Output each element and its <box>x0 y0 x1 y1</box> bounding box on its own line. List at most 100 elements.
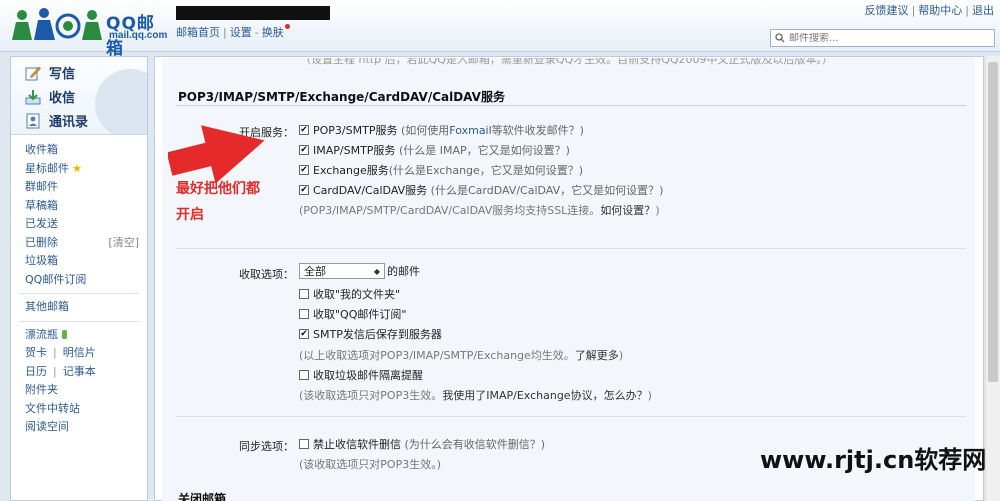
annotation-line-1: 最好把他们都 <box>176 181 260 197</box>
imap-hint[interactable]: (什么是 IMAP，它又是如何设置？) <box>399 142 570 158</box>
receive-note-text: (以上收取选项对POP3/IMAP/SMTP/Exchange均生效。 <box>299 349 575 362</box>
receive-qq-subscription-checkbox[interactable] <box>299 309 309 319</box>
help-link[interactable]: 帮助中心 <box>918 4 962 17</box>
folder-calendar[interactable]: 日历 <box>25 365 47 378</box>
receive-button[interactable]: 收信 <box>25 87 75 106</box>
receive-scope-value: 全部 <box>304 265 326 278</box>
folder-notes[interactable]: 记事本 <box>63 365 96 378</box>
compose-label: 写信 <box>49 67 76 82</box>
receive-my-folders-label: 收取"我的文件夹" <box>313 288 401 301</box>
ssl-howto-link[interactable]: 如何设置？ <box>600 204 655 217</box>
logout-link[interactable]: 退出 <box>972 4 994 17</box>
folder-postcard[interactable]: 明信片 <box>63 346 96 359</box>
empty-trash-link[interactable]: [清空] <box>108 234 139 253</box>
receive-qq-subscription: 收取"QQ邮件订阅" <box>299 306 406 322</box>
annotation-line-2: 开启 <box>176 207 204 223</box>
section-divider <box>176 248 966 249</box>
main-actions: 写信 收信 通讯录 <box>11 57 147 135</box>
contacts-label: 通讯录 <box>49 115 89 130</box>
imap-exchange-help-link[interactable]: 我使用了IMAP/Exchange协议，怎么办？ <box>442 389 647 402</box>
nav-mail-home[interactable]: 邮箱首页 <box>176 26 220 39</box>
folder-starred-label: 星标邮件 <box>25 161 69 175</box>
carddav-checkbox[interactable]: ✔ <box>299 185 309 195</box>
service-exchange: ✔ Exchange服务 (什么是Exchange，它又是如何设置？) <box>299 162 583 178</box>
sidebar-divider <box>19 320 139 322</box>
smtp-save-sent-label: SMTP发信后保存到服务器 <box>313 328 442 341</box>
exchange-checkbox[interactable]: ✔ <box>299 165 309 175</box>
nav-settings[interactable]: 设置 <box>230 26 252 39</box>
folder-spam[interactable]: 垃圾箱 <box>11 252 147 271</box>
folder-qq-subscription[interactable]: QQ邮件订阅 <box>11 271 147 290</box>
receive-label: 收信 <box>49 91 76 106</box>
receive-my-folders-checkbox[interactable] <box>299 289 309 299</box>
block-client-delete-hint[interactable]: (为什么会有收信软件删信？) <box>405 436 546 452</box>
ssl-note: (POP3/IMAP/SMTP/CardDAV/CalDAV服务均支持SSL连接… <box>299 202 660 218</box>
top-links: 反馈建议 | 帮助中心 | 退出 <box>864 4 994 17</box>
new-dot-icon <box>284 24 290 29</box>
folder-starred[interactable]: 星标邮件 ★ <box>11 160 147 179</box>
folder-list: 收件箱 星标邮件 ★ 群邮件 草稿箱 已发送 已删除 [清空] 垃圾箱 QQ邮件订阅… <box>11 135 147 437</box>
spam-reminder-checkbox[interactable] <box>299 370 309 380</box>
service-imap: ✔ IMAP/SMTP服务 (什么是 IMAP，它又是如何设置？) <box>299 142 570 158</box>
imap-label: IMAP/SMTP服务 <box>313 144 396 157</box>
ssl-note-text: (POP3/IMAP/SMTP/CardDAV/CalDAV服务均支持SSL连接… <box>299 204 601 217</box>
mail-search[interactable] <box>770 29 995 47</box>
spam-reminder: 收取垃圾邮件隔离提醒 <box>299 367 423 383</box>
folder-drift-bottle[interactable]: 漂流瓶 <box>11 326 147 345</box>
folder-cards-row: 贺卡 | 明信片 <box>25 346 96 359</box>
page-scrollbar[interactable] <box>985 56 1000 501</box>
sidebar: 写信 收信 通讯录 收件箱 星标邮件 ★ 群邮件 草稿箱 已发送 已删除 [清空] … <box>10 56 148 501</box>
pop3-checkbox[interactable]: ✔ <box>299 125 309 135</box>
block-client-delete: 禁止收信软件删信 (为什么会有收信软件删信？) <box>299 436 545 452</box>
receive-note: (以上收取选项对POP3/IMAP/SMTP/Exchange均生效。了解更多) <box>299 347 623 363</box>
feedback-link[interactable]: 反馈建议 <box>865 4 909 17</box>
clipped-note: （设置主程 http 后，若此QQ是入邮箱，需重新登录QQ才生效。目前支持QQ2… <box>300 58 834 66</box>
contacts-button[interactable]: 通讯录 <box>25 111 88 130</box>
receive-scope-select[interactable]: 全部 ◆ <box>299 263 385 279</box>
settings-content: （设置主程 http 后，若此QQ是入邮箱，需重新登录QQ才生效。目前支持QQ2… <box>162 58 975 501</box>
logo-figures-icon <box>12 8 102 40</box>
site-watermark: www.rjtj.cn软荐网 <box>760 446 987 474</box>
search-input[interactable] <box>789 32 979 44</box>
compose-button[interactable]: 写信 <box>25 63 75 82</box>
spam-note: (该收取选项只对POP3生效。我使用了IMAP/Exchange协议，怎么办？) <box>299 387 652 403</box>
imap-checkbox[interactable]: ✔ <box>299 145 309 155</box>
receive-scope-suffix: 的邮件 <box>387 265 420 278</box>
sync-options-label: 同步选项： <box>239 440 294 453</box>
nav-skin[interactable]: 换肤 <box>262 26 284 39</box>
folder-group[interactable]: 群邮件 <box>11 178 147 197</box>
redacted-username <box>176 6 330 20</box>
exchange-hint[interactable]: (什么是Exchange，它又是如何设置？) <box>389 162 583 178</box>
pop3-hint-pre: (如何使用 <box>400 124 450 137</box>
folder-other-mailboxes[interactable]: 其他邮箱 <box>11 298 147 317</box>
top-header: QQ邮箱 mail.qq.com 邮箱首页 | 设置 - 换肤 反馈建议 | 帮助中心 | 退出 <box>0 0 1000 59</box>
folder-deleted-label: 已删除 <box>25 235 58 249</box>
header-nav: 邮箱首页 | 设置 - 换肤 <box>176 24 290 40</box>
folder-drafts[interactable]: 草稿箱 <box>11 197 147 216</box>
title-divider <box>176 105 966 106</box>
learn-more-link[interactable]: 了解更多 <box>575 349 619 362</box>
folder-inbox[interactable]: 收件箱 <box>11 141 147 160</box>
folder-file-transfer[interactable]: 文件中转站 <box>11 400 147 419</box>
compose-icon <box>25 66 41 80</box>
block-client-delete-checkbox[interactable] <box>299 439 309 449</box>
smtp-save-sent: ✔ SMTP发信后保存到服务器 <box>299 326 442 342</box>
folder-greeting-card[interactable]: 贺卡 <box>25 346 47 359</box>
foxmail-link[interactable]: Foxmail <box>449 124 491 137</box>
dropdown-arrow-icon: ◆ <box>373 266 380 276</box>
exchange-label: Exchange服务 <box>313 164 389 177</box>
folder-calendar-row: 日历 | 记事本 <box>25 364 96 378</box>
qq-mail-logo[interactable]: QQ邮箱 mail.qq.com <box>8 4 168 59</box>
folder-sent[interactable]: 已发送 <box>11 215 147 234</box>
ssl-note-end: ) <box>655 204 660 217</box>
receive-my-folders: 收取"我的文件夹" <box>299 286 400 302</box>
carddav-hint[interactable]: (什么是CardDAV/CalDAV，它又是如何设置？) <box>431 182 664 198</box>
folder-deleted[interactable]: 已删除 [清空] <box>11 234 147 253</box>
bottle-icon <box>62 330 67 339</box>
folder-reading-space[interactable]: 阅读空间 <box>11 418 147 437</box>
receive-qq-subscription-label: 收取"QQ邮件订阅" <box>313 308 407 321</box>
smtp-save-sent-checkbox[interactable]: ✔ <box>299 329 309 339</box>
scrollbar-thumb[interactable] <box>988 62 998 382</box>
star-icon: ★ <box>72 161 82 175</box>
folder-attachments[interactable]: 附件夹 <box>11 381 147 400</box>
